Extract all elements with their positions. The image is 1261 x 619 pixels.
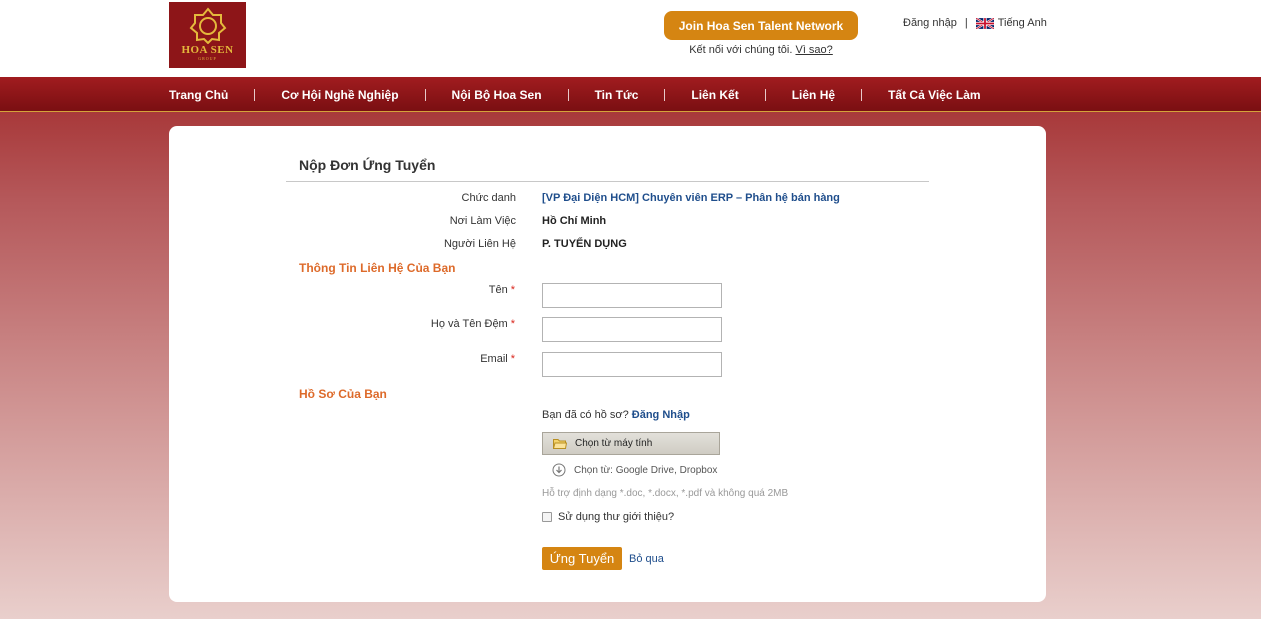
logo-subtext: GROUP	[198, 56, 217, 61]
site-header: HOA SEN GROUP Join Hoa Sen Talent Networ…	[0, 0, 1261, 77]
location-label: Nơi Làm Việc	[449, 215, 516, 227]
uk-flag-icon	[975, 17, 994, 29]
first-name-label: Tên *	[285, 284, 515, 296]
profile-login-link[interactable]: Đăng Nhập	[632, 409, 690, 421]
required-mark: *	[510, 318, 515, 330]
email-input[interactable]	[542, 352, 722, 377]
page-title: Nộp Đơn Ứng Tuyển	[299, 157, 436, 173]
last-name-input[interactable]	[542, 317, 722, 342]
nav-item-news[interactable]: Tin Tức	[595, 88, 639, 102]
nav-item-internal[interactable]: Nội Bộ Hoa Sen	[452, 88, 542, 102]
nav-item-contact[interactable]: Liên Hệ	[792, 88, 835, 102]
nav-item-careers[interactable]: Cơ Hội Nghề Nghiệp	[281, 88, 398, 102]
top-links: Đăng nhập | Tiếng Anh	[903, 17, 1047, 29]
folder-icon	[553, 439, 567, 449]
last-name-label: Họ và Tên Đệm *	[285, 318, 515, 330]
last-name-label-text: Họ và Tên Đệm	[430, 318, 508, 330]
skip-link[interactable]: Bỏ qua	[629, 553, 664, 565]
join-talent-network-button[interactable]: Join Hoa Sen Talent Network	[664, 11, 858, 40]
logo-text: HOA SEN	[181, 44, 234, 56]
contact-info-heading: Thông Tin Liên Hệ Của Bạn	[299, 261, 456, 275]
nav-items: Trang Chủ Cơ Hội Nghề Nghiệp Nội Bộ Hoa …	[169, 77, 981, 112]
contact-person-value: P. TUYỂN DỤNG	[542, 238, 627, 250]
why-link[interactable]: Vì sao?	[795, 44, 832, 56]
have-profile-line: Bạn đã có hồ sơ? Đăng Nhập	[542, 409, 690, 421]
email-label: Email *	[285, 353, 515, 365]
download-circle-icon	[552, 463, 566, 477]
profile-heading: Hồ Sơ Của Bạn	[299, 387, 387, 401]
job-title-value[interactable]: [VP Đại Diện HCM] Chuyên viên ERP – Phân…	[542, 192, 840, 204]
cover-letter-option[interactable]: Sử dụng thư giới thiệu?	[542, 511, 674, 523]
connect-line: Kết nối với chúng tôi. Vì sao?	[664, 44, 858, 56]
cover-letter-label: Sử dụng thư giới thiệu?	[558, 511, 675, 523]
nav-separator	[424, 88, 426, 101]
lotus-emblem-icon	[189, 7, 226, 44]
required-mark: *	[510, 284, 515, 296]
title-divider	[286, 181, 929, 182]
choose-cloud-label: Chọn từ: Google Drive, Dropbox	[574, 464, 718, 476]
nav-separator	[764, 88, 766, 101]
top-links-separator: |	[964, 17, 968, 29]
location-value: Hồ Chí Minh	[542, 215, 607, 227]
email-label-text: Email	[480, 353, 508, 365]
nav-item-all-jobs[interactable]: Tất Cả Việc Làm	[888, 88, 980, 102]
connect-text: Kết nối với chúng tôi.	[689, 44, 793, 56]
nav-separator	[664, 88, 666, 101]
first-name-input[interactable]	[542, 283, 722, 308]
nav-item-links[interactable]: Liên Kết	[691, 88, 738, 102]
first-name-label-text: Tên	[488, 284, 508, 296]
have-profile-text: Bạn đã có hồ sơ?	[542, 409, 629, 421]
nav-separator	[567, 88, 569, 101]
job-title-label: Chức danh	[461, 192, 516, 204]
contact-person-label: Người Liên Hệ	[443, 238, 516, 250]
choose-from-computer-button[interactable]: Chọn từ máy tính	[542, 432, 720, 455]
login-link[interactable]: Đăng nhập	[903, 17, 957, 29]
language-switch[interactable]: Tiếng Anh	[998, 17, 1047, 29]
main-navbar: Trang Chủ Cơ Hội Nghề Nghiệp Nội Bộ Hoa …	[0, 77, 1261, 112]
nav-separator	[861, 88, 863, 101]
apply-button[interactable]: Ứng Tuyển	[542, 547, 622, 570]
choose-from-computer-label: Chọn từ máy tính	[575, 438, 653, 449]
choose-cloud-link[interactable]: Chọn từ: Google Drive, Dropbox	[552, 463, 717, 477]
nav-separator	[254, 88, 256, 101]
application-form-panel: Nộp Đơn Ứng Tuyển Chức danh [VP Đại Diện…	[169, 126, 1046, 602]
file-support-note: Hỗ trợ định dạng *.doc, *.docx, *.pdf và…	[542, 488, 789, 499]
required-mark: *	[510, 353, 515, 365]
cover-letter-checkbox[interactable]	[542, 512, 552, 522]
nav-item-home[interactable]: Trang Chủ	[169, 88, 228, 102]
hoa-sen-logo[interactable]: HOA SEN GROUP	[169, 2, 246, 68]
